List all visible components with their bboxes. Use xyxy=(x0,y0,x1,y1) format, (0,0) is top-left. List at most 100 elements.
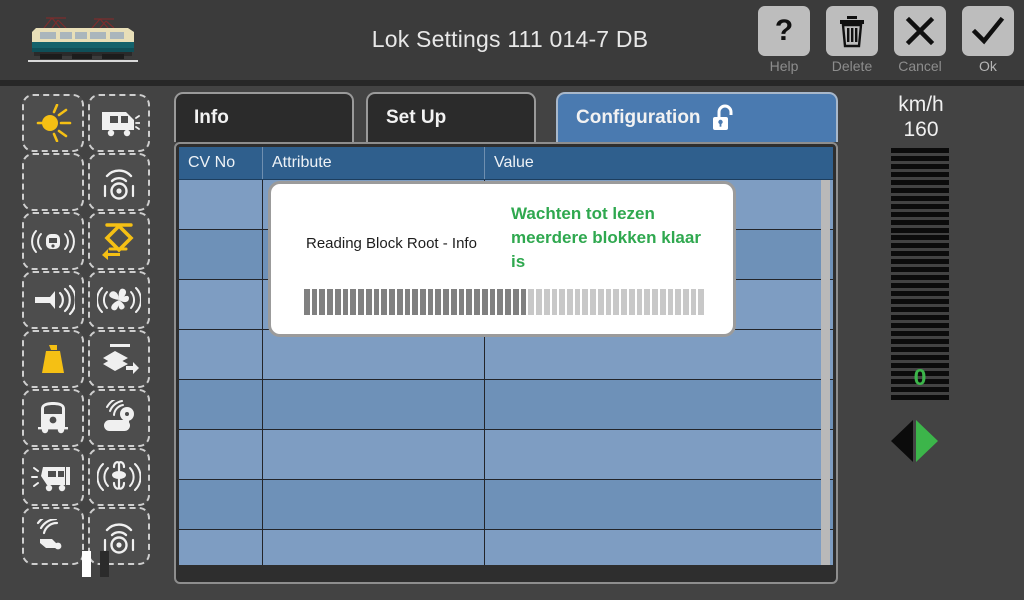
reading-progress-dialog: Reading Block Root - Info Wachten tot le… xyxy=(268,181,736,337)
tab-set-up[interactable]: Set Up xyxy=(366,92,536,142)
progress-segment xyxy=(690,289,697,315)
progress-segment xyxy=(497,289,504,315)
svg-text:?: ? xyxy=(775,14,793,47)
progress-segment xyxy=(420,289,426,315)
table-row[interactable] xyxy=(179,430,833,480)
speed-panel: km/h 160 0 xyxy=(846,86,1024,600)
progress-segment xyxy=(443,289,449,315)
speed-scale-segment xyxy=(891,275,949,281)
page-indicator-dot-2[interactable] xyxy=(100,551,109,577)
progress-segment xyxy=(528,289,535,315)
sidebar-item-steam-release[interactable] xyxy=(88,448,150,506)
tab-configuration-label: Configuration xyxy=(576,107,701,128)
progress-segment xyxy=(698,289,704,315)
checkmark-icon xyxy=(962,6,1014,56)
cell-attribute xyxy=(263,430,485,479)
table-row[interactable] xyxy=(179,380,833,430)
progress-segment xyxy=(304,289,310,315)
progress-segment xyxy=(520,289,527,315)
progress-segment xyxy=(636,289,643,315)
sidebar-item-air-horn[interactable] xyxy=(22,271,84,329)
progress-segment xyxy=(389,289,395,315)
progress-bar xyxy=(304,289,704,315)
progress-segment xyxy=(466,289,473,315)
trash-can-icon xyxy=(826,6,878,56)
cell-cv-no xyxy=(179,280,263,329)
dialog-label: Reading Block Root - Info xyxy=(306,235,477,252)
column-header-attribute: Attribute xyxy=(263,147,485,179)
speed-scale-segment xyxy=(891,251,949,257)
progress-segment xyxy=(327,289,333,315)
progress-segment xyxy=(489,289,496,315)
sidebar-item-load-weight[interactable] xyxy=(22,330,84,388)
delete-button[interactable]: Delete xyxy=(824,6,880,74)
speed-scale-segment xyxy=(891,354,949,360)
sidebar-item-train-sound[interactable] xyxy=(22,212,84,270)
train-cab-light-icon xyxy=(102,112,140,137)
headlight-sun-icon xyxy=(36,104,72,142)
speed-scale-segment xyxy=(891,179,949,185)
table-vertical-scrollbar[interactable] xyxy=(821,180,830,572)
page-indicator-dot-1[interactable] xyxy=(82,551,91,577)
column-header-cv-no: CV No xyxy=(179,147,263,179)
progress-segment xyxy=(597,289,604,315)
table-row[interactable] xyxy=(179,480,833,530)
sidebar-page-indicator[interactable] xyxy=(82,551,109,577)
speed-scale-segment xyxy=(891,267,949,273)
progress-segment xyxy=(652,289,658,315)
progress-segment xyxy=(311,289,318,315)
function-icon-grid xyxy=(22,94,152,566)
sidebar-item-pantograph[interactable] xyxy=(88,212,150,270)
table-row[interactable] xyxy=(179,330,833,380)
sound-waves-horn-icon xyxy=(36,519,62,550)
cell-cv-no xyxy=(179,230,263,279)
speed-scale[interactable] xyxy=(891,148,949,400)
speed-scale-segment xyxy=(891,291,949,297)
speed-scale-segment xyxy=(891,235,949,241)
direction-control xyxy=(891,420,959,462)
progress-segment xyxy=(644,289,651,315)
dialog-message: Wachten tot lezen meerdere blokken klaar… xyxy=(511,204,701,271)
current-speed-value: 0 xyxy=(913,364,927,390)
sidebar-item-headlight[interactable] xyxy=(22,94,84,152)
triangle-left-icon[interactable] xyxy=(891,420,913,462)
sidebar-item-train-front[interactable] xyxy=(22,389,84,447)
sidebar-item-sound-horn[interactable] xyxy=(22,507,84,565)
question-mark-icon: ? xyxy=(758,6,810,56)
cell-cv-no xyxy=(179,180,263,229)
progress-segment xyxy=(505,289,511,315)
progress-segment xyxy=(512,289,519,315)
help-button[interactable]: ? Help xyxy=(756,6,812,74)
sidebar-item-coupler[interactable] xyxy=(88,330,150,388)
tab-configuration[interactable]: Configuration xyxy=(556,92,838,142)
speed-scale-segment xyxy=(891,394,949,400)
radio-waves-speaker-icon xyxy=(103,169,135,200)
close-x-icon xyxy=(894,6,946,56)
sidebar-item-whistle[interactable] xyxy=(88,389,150,447)
speed-scale-segment xyxy=(891,338,949,344)
ok-button[interactable]: Ok xyxy=(960,6,1016,74)
sidebar-item-speaker-radio[interactable] xyxy=(88,153,150,211)
speed-scale-segment xyxy=(891,227,949,233)
progress-segment xyxy=(334,289,341,315)
locomotive-image xyxy=(28,17,138,62)
sidebar-item-brake-squeal[interactable] xyxy=(22,448,84,506)
speed-scale-segment xyxy=(891,195,949,201)
cancel-button[interactable]: Cancel xyxy=(892,6,948,74)
fan-blower-sound-icon xyxy=(97,287,141,313)
main-panel: Info Set Up Configuration CV No Attribut… xyxy=(174,92,838,592)
progress-segment xyxy=(365,289,372,315)
cell-cv-no xyxy=(179,430,263,479)
triangle-right-icon[interactable] xyxy=(916,420,938,462)
sidebar-item-cab-light[interactable] xyxy=(88,94,150,152)
tab-info[interactable]: Info xyxy=(174,92,354,142)
sidebar-item-fan-blower[interactable] xyxy=(88,271,150,329)
progress-segment xyxy=(574,289,581,315)
air-horn-icon xyxy=(35,284,75,316)
progress-segment xyxy=(474,289,480,315)
progress-segment xyxy=(450,289,457,315)
radio-waves-speaker-2-icon xyxy=(103,523,135,554)
sidebar-item-empty[interactable] xyxy=(22,153,84,211)
progress-segment xyxy=(682,289,689,315)
progress-segment xyxy=(381,289,388,315)
